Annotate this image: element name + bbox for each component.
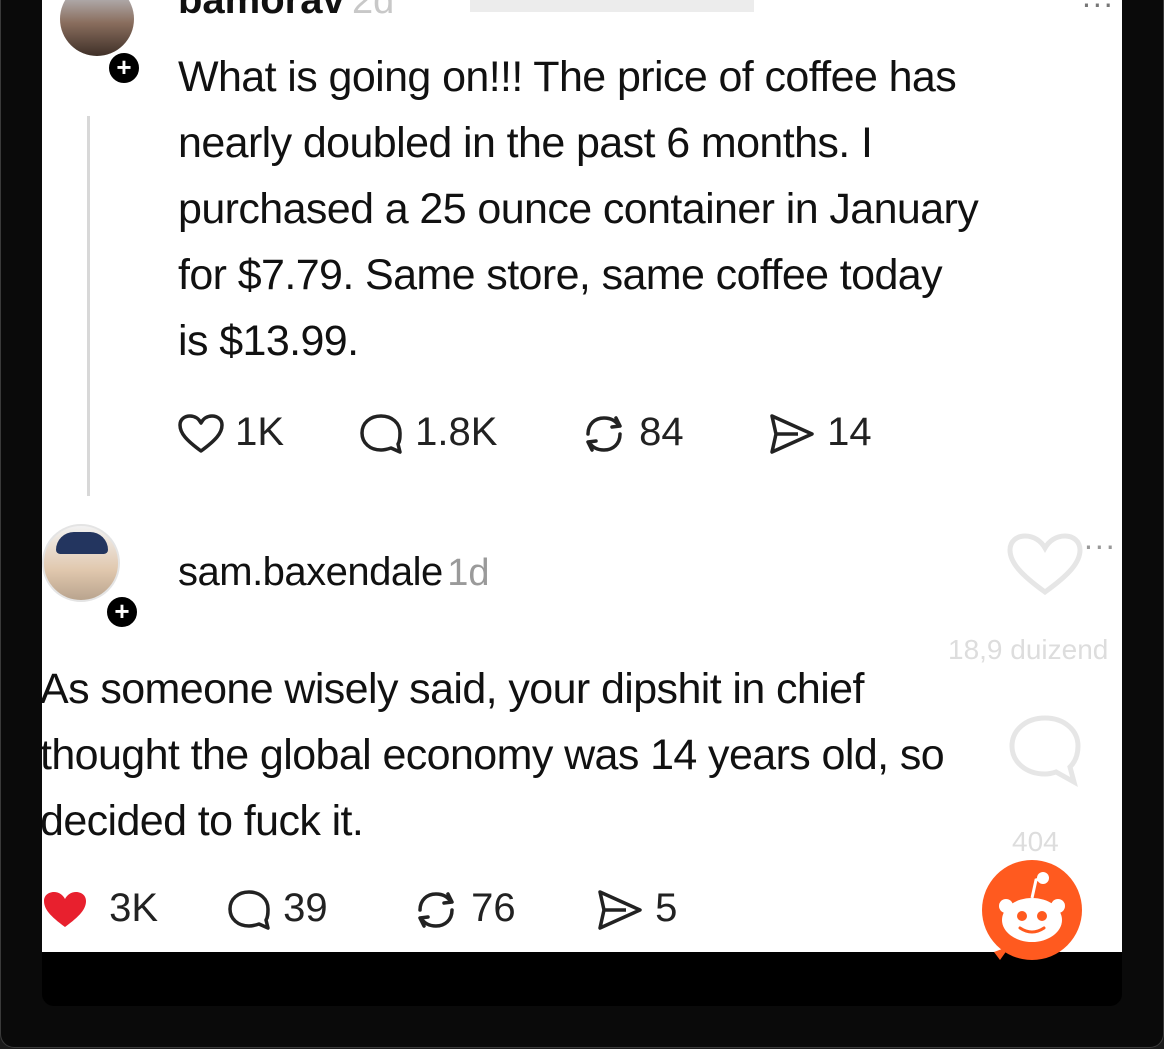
heart-filled-icon (44, 892, 86, 928)
reply-button[interactable]: 1.8K (358, 410, 497, 455)
post-text-line: What is going on!!! The price of coffee … (178, 53, 957, 101)
post-text: What is going on!!! The price of coffee … (178, 44, 1122, 374)
repost-icon (586, 416, 622, 453)
share-icon (598, 890, 642, 931)
reddit-logo (982, 860, 1082, 960)
avatar[interactable] (60, 0, 134, 56)
avatar[interactable] (42, 524, 120, 602)
repost-count: 84 (639, 410, 684, 454)
post-text-line: for $7.79. Same store, same coffee today (178, 251, 943, 299)
repost-button[interactable]: 76 (412, 886, 516, 932)
like-button[interactable]: 3K (42, 886, 158, 931)
reply-text: As someone wisely said, your dipshit in … (42, 656, 1120, 854)
share-count: 5 (655, 886, 678, 930)
repost-button[interactable]: 84 (580, 410, 684, 456)
comment-icon (228, 890, 270, 931)
header-divider (470, 0, 754, 12)
comment-icon (360, 414, 402, 455)
screenshot-content: + bamorav 2d ... What is going on!!! The… (42, 0, 1122, 952)
reply-text-line: As someone wisely said, your dipshit in … (42, 665, 864, 713)
post-username[interactable]: bamorav (178, 0, 345, 23)
repost-count: 76 (471, 886, 516, 930)
more-options-icon[interactable]: ... (1084, 520, 1117, 557)
reply-count: 1.8K (415, 410, 498, 454)
like-button[interactable]: 1K (178, 410, 284, 455)
reply-time: 1d (447, 552, 490, 594)
reply-text-line: decided to fuck it. (42, 797, 364, 845)
reply-button[interactable]: 39 (226, 886, 328, 931)
post-text-line: is $13.99. (178, 317, 359, 365)
post-time: 2d (352, 0, 395, 22)
share-button[interactable]: 5 (596, 886, 677, 932)
share-count: 14 (827, 410, 872, 454)
heart-icon (178, 414, 224, 454)
like-count: 1K (235, 410, 285, 454)
overlay-heart-icon (1007, 533, 1083, 596)
follow-plus-icon[interactable]: + (106, 50, 142, 86)
thread-line (87, 116, 90, 496)
post-text-line: purchased a 25 ounce container in Januar… (178, 185, 979, 233)
reply-username[interactable]: sam.baxendale (178, 550, 443, 594)
video-bottom-bar (42, 952, 1122, 1006)
follow-plus-icon[interactable]: + (104, 594, 140, 630)
more-options-icon[interactable]: ... (1082, 0, 1115, 15)
reply-count: 39 (283, 886, 328, 930)
reply-text-line: thought the global economy was 14 years … (42, 731, 945, 779)
like-count: 3K (109, 886, 159, 930)
share-button[interactable]: 14 (768, 410, 872, 456)
post-text-line: nearly doubled in the past 6 months. I (178, 119, 873, 167)
repost-icon (418, 892, 454, 929)
share-icon (770, 414, 814, 455)
reply-header: sam.baxendale 1d (178, 550, 490, 595)
